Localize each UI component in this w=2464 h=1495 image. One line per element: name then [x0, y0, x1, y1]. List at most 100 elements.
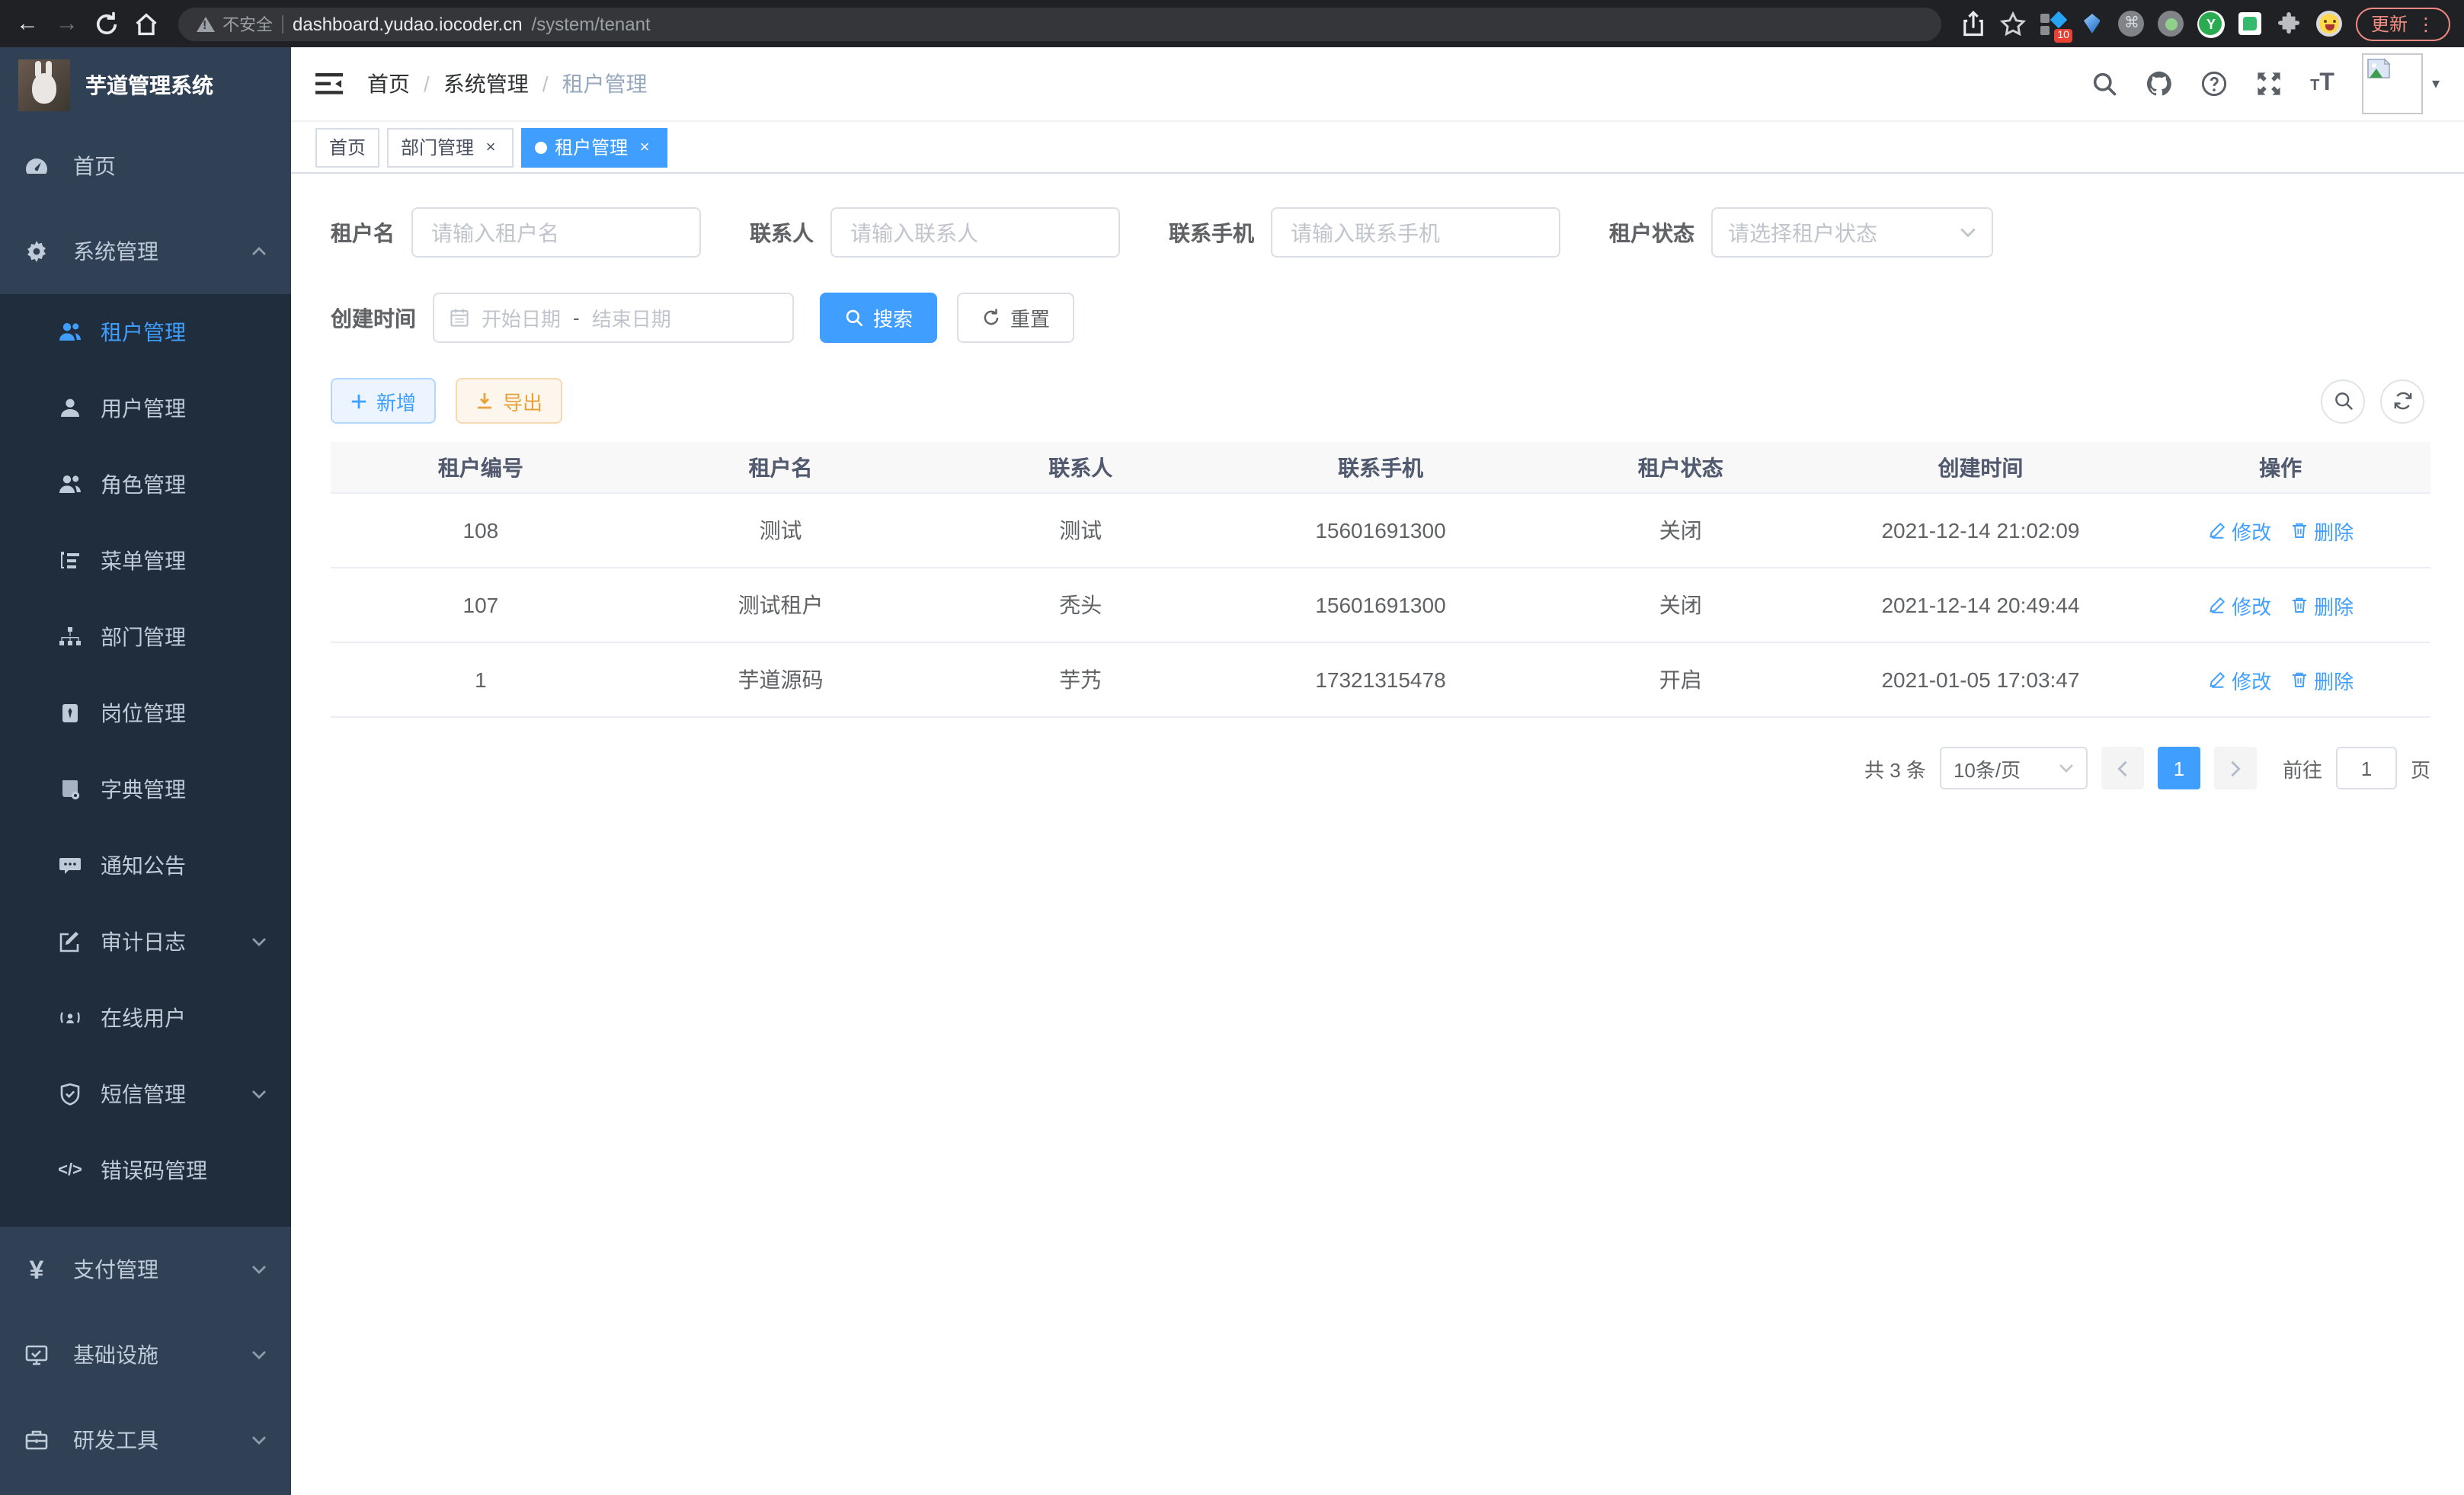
extension-y-icon[interactable]: Y: [2197, 10, 2225, 37]
export-button[interactable]: 导出: [456, 378, 562, 424]
extension-emoji-icon[interactable]: [2316, 10, 2344, 37]
tree-table-icon: [58, 549, 82, 573]
page-number-button[interactable]: 1: [2158, 747, 2200, 789]
sidebar-item-devtool[interactable]: 研发工具: [0, 1397, 291, 1483]
status-select[interactable]: 请选择租户状态: [1711, 207, 1993, 258]
roles-icon: [58, 472, 82, 497]
toggle-search-button[interactable]: [2321, 379, 2365, 423]
share-icon[interactable]: [1960, 10, 1987, 37]
sidebar-collapse-icon[interactable]: [315, 70, 343, 98]
top-navbar: 首页 / 系统管理 / 租户管理: [291, 47, 2464, 122]
table-row: 1 芋道源码 芋艿 17321315478 开启 2021-01-05 17:0…: [331, 643, 2430, 716]
col-created: 创建时间: [1831, 442, 2131, 492]
status-label: 租户状态: [1609, 217, 1694, 248]
extension-tasks-icon[interactable]: 10: [2039, 10, 2066, 37]
refresh-button[interactable]: [2380, 379, 2424, 423]
edit-link[interactable]: 修改: [2207, 591, 2271, 619]
sidebar-item-notice[interactable]: 通知公告: [0, 828, 291, 904]
sidebar-item-menu[interactable]: 菜单管理: [0, 523, 291, 599]
tab-tenant[interactable]: 租户管理 ×: [521, 127, 667, 167]
avatar-broken-image[interactable]: [2362, 53, 2423, 114]
extension-record-icon[interactable]: [2158, 10, 2185, 37]
create-time-label: 创建时间: [331, 303, 416, 333]
breadcrumb-system[interactable]: 系统管理: [443, 69, 529, 99]
add-button[interactable]: 新增: [331, 378, 436, 424]
contact-label: 联系人: [750, 217, 814, 248]
sidebar-item-tenant[interactable]: 租户管理: [0, 294, 291, 370]
sidebar-item-post[interactable]: 岗位管理: [0, 675, 291, 751]
sidebar-item-dept[interactable]: 部门管理: [0, 599, 291, 675]
col-ops: 操作: [2130, 442, 2430, 492]
active-dot: [535, 141, 547, 153]
extension-command-icon[interactable]: ⌘: [2118, 10, 2146, 37]
user-icon: [58, 396, 82, 421]
tenant-name-label: 租户名: [331, 217, 395, 248]
edit-link[interactable]: 修改: [2207, 516, 2271, 545]
sidebar-item-infra[interactable]: 基础设施: [0, 1312, 291, 1397]
bookmark-star-icon[interactable]: [1999, 10, 2027, 37]
contact-input[interactable]: [830, 207, 1120, 258]
table-header-row: 租户编号 租户名 联系人 联系手机 租户状态 创建时间 操作: [331, 442, 2430, 494]
browser-menu-icon[interactable]: ⋮: [2417, 13, 2435, 34]
sidebar-item-errcode[interactable]: </> 错误码管理: [0, 1132, 291, 1208]
chevron-down-icon: [2059, 764, 2074, 773]
extensions-puzzle-icon[interactable]: [2277, 10, 2304, 37]
sidebar: 芋道管理系统 首页 系统管理: [0, 47, 291, 1495]
update-label: 更新: [2371, 11, 2408, 37]
edit-link[interactable]: 修改: [2207, 665, 2271, 694]
breadcrumb-home[interactable]: 首页: [367, 69, 410, 99]
help-icon[interactable]: [2200, 70, 2228, 98]
sidebar-item-user[interactable]: 用户管理: [0, 370, 291, 447]
sidebar-item-dict[interactable]: 字典管理: [0, 751, 291, 828]
page-size-select[interactable]: 10条/页: [1940, 747, 2088, 789]
search-button[interactable]: 搜索: [820, 293, 937, 343]
fullscreen-icon[interactable]: [2255, 70, 2283, 98]
dashboard-gauge-icon: [24, 154, 49, 178]
browser-home-icon[interactable]: [133, 10, 160, 37]
chevron-down-icon: [251, 1350, 267, 1359]
browser-forward-icon[interactable]: →: [53, 10, 81, 37]
sidebar-item-system[interactable]: 系统管理: [0, 209, 291, 294]
goto-page-input[interactable]: [2336, 747, 2397, 789]
tab-dept[interactable]: 部门管理 ×: [387, 127, 514, 167]
extension-chat-icon[interactable]: [2237, 10, 2264, 37]
sidebar-item-role[interactable]: 角色管理: [0, 447, 291, 523]
github-icon[interactable]: [2146, 70, 2173, 98]
sidebar-item-pay[interactable]: ¥ 支付管理: [0, 1227, 291, 1312]
tenant-name-input[interactable]: [411, 207, 701, 258]
sidebar-item-online-user[interactable]: 在线用户: [0, 980, 291, 1056]
prev-page-button[interactable]: [2101, 747, 2144, 789]
delete-link[interactable]: 删除: [2290, 591, 2354, 619]
sidebar-item-audit-log[interactable]: 审计日志: [0, 904, 291, 980]
app-title: 芋道管理系统: [85, 70, 213, 101]
reset-button[interactable]: 重置: [957, 293, 1074, 343]
extension-gem-icon[interactable]: [2078, 10, 2106, 37]
delete-link[interactable]: 删除: [2290, 665, 2354, 694]
create-time-range-picker[interactable]: 开始日期 - 结束日期: [433, 293, 794, 343]
code-icon: </>: [58, 1158, 82, 1183]
delete-link[interactable]: 删除: [2290, 516, 2354, 545]
online-user-icon: [58, 1006, 82, 1030]
user-avatar-menu[interactable]: ▾: [2362, 53, 2440, 114]
header-search-icon[interactable]: [2091, 70, 2118, 98]
monitor-icon: [24, 1343, 49, 1367]
sidebar-item-home[interactable]: 首页: [0, 123, 291, 209]
close-icon[interactable]: ×: [635, 138, 654, 156]
mobile-input[interactable]: [1271, 207, 1560, 258]
browser-reload-icon[interactable]: [93, 10, 120, 37]
sidebar-logo-row[interactable]: 芋道管理系统: [0, 47, 291, 123]
sidebar-item-sms[interactable]: 短信管理: [0, 1056, 291, 1132]
extension-badge: 10: [2054, 28, 2072, 42]
not-secure-warning[interactable]: 不安全: [197, 11, 273, 36]
close-icon[interactable]: ×: [482, 138, 500, 156]
goto-label: 前往: [2283, 754, 2322, 783]
start-date-placeholder: 开始日期: [482, 303, 561, 332]
chevron-up-icon: [251, 247, 267, 256]
address-bar[interactable]: 不安全 dashboard.yudao.iocoder.cn/system/te…: [178, 7, 1941, 40]
chevron-down-icon: [251, 937, 267, 946]
font-size-icon[interactable]: TT: [2310, 70, 2334, 98]
next-page-button[interactable]: [2214, 747, 2257, 789]
tab-home[interactable]: 首页: [315, 127, 379, 167]
browser-back-icon[interactable]: ←: [14, 10, 41, 37]
browser-update-button[interactable]: 更新 ⋮: [2356, 7, 2450, 40]
